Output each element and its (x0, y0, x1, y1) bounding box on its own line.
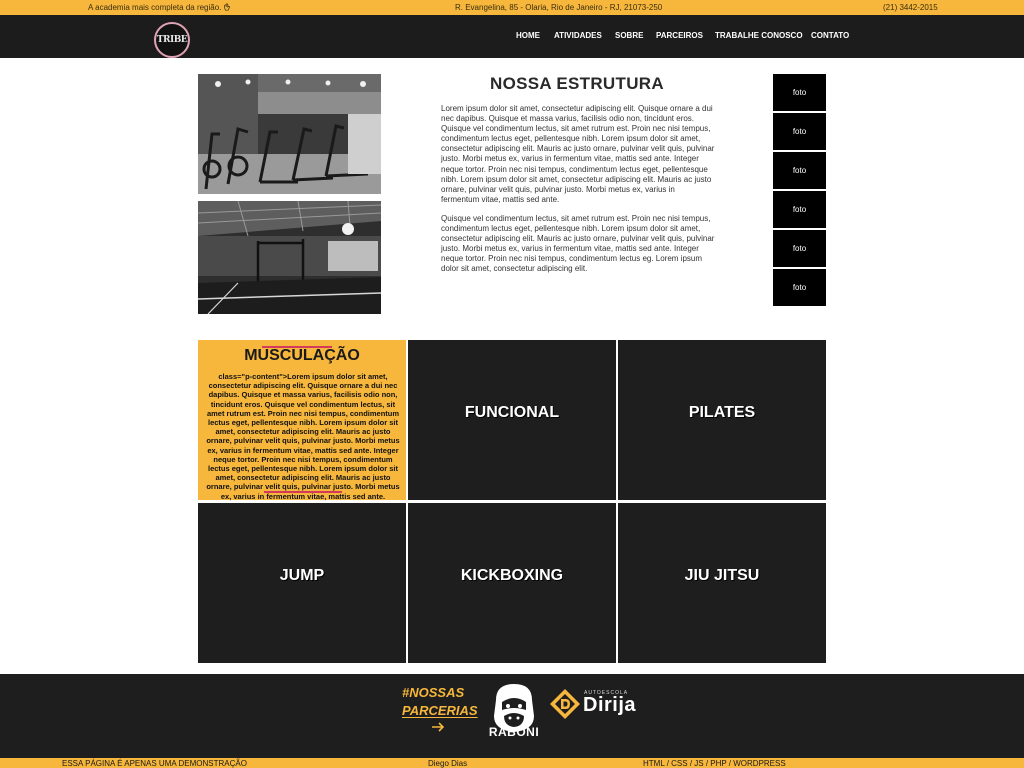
nav-atividades[interactable]: ATIVIDADES (554, 31, 602, 40)
activities-grid: MUSCULAÇÃO class="p-content">Lorem ipsum… (198, 340, 826, 663)
activity-card-kickboxing[interactable]: KICKBOXING (408, 503, 616, 663)
activity-card-jump[interactable]: JUMP (198, 503, 406, 663)
activity-card-pilates[interactable]: PILATES (618, 340, 826, 500)
gym-photo-functional (198, 201, 381, 314)
activity-card-funcional[interactable]: FUNCIONAL (408, 340, 616, 500)
partner-dirija: Dirija (583, 694, 637, 716)
nav-home[interactable]: HOME (516, 31, 540, 40)
activity-label: JIU JITSU (684, 567, 760, 584)
nav-trabalhe-conosco[interactable]: TRABALHE CONOSCO (715, 31, 803, 40)
activity-title: MUSCULAÇÃO (244, 347, 360, 364)
phone[interactable]: (21) 3442-2015 (883, 3, 938, 12)
activity-description: class="p-content">Lorem ipsum dolor sit … (206, 372, 400, 501)
top-info-bar: A academia mais completa da região. R. E… (0, 0, 1024, 15)
partners-title: #NOSSAS PARCERIAS (402, 685, 478, 718)
foto-button[interactable]: foto (773, 152, 826, 189)
spellcheck-underline (264, 491, 342, 493)
activity-label: FUNCIONAL (464, 404, 560, 421)
estrutura-title: NOSSA ESTRUTURA (490, 74, 664, 93)
gym-photo-cardio (198, 74, 381, 194)
foto-button[interactable]: foto (773, 269, 826, 306)
hand-icon (224, 3, 231, 11)
activity-label: PILATES (688, 404, 756, 421)
nav-contato[interactable]: CONTATO (811, 31, 849, 40)
activity-card-musculacao[interactable]: MUSCULAÇÃO class="p-content">Lorem ipsum… (198, 340, 406, 501)
estrutura-paragraph-1: Lorem ipsum dolor sit amet, consectetur … (441, 104, 715, 204)
partners-section: #NOSSAS PARCERIAS RABONI AUTOESCOLA Diri… (0, 674, 1024, 758)
address: R. Evangelina, 85 - Olaria, Rio de Janei… (455, 3, 663, 12)
nav-sobre[interactable]: SOBRE (615, 31, 643, 40)
foto-button[interactable]: foto (773, 113, 826, 150)
nav-parceiros[interactable]: PARCEIROS (656, 31, 703, 40)
foto-button[interactable]: foto (773, 230, 826, 267)
spellcheck-underline (262, 346, 332, 348)
estrutura-paragraph-2: Quisque vel condimentum lectus, sit amet… (441, 214, 715, 274)
activity-label: KICKBOXING (460, 567, 564, 584)
foto-button[interactable]: foto (773, 191, 826, 228)
tech-stack: HTML / CSS / JS / PHP / WORDPRESS (643, 759, 786, 768)
demo-disclaimer: ESSA PÁGINA É APENAS UMA DEMONSTRAÇÃO (62, 759, 247, 768)
partner-raboni: RABONI (488, 725, 540, 739)
foto-gallery: foto foto foto foto foto foto (773, 74, 826, 308)
dirija-logo-icon[interactable] (549, 688, 581, 720)
site-header: TRIBE HOME ATIVIDADES SOBRE PARCEIROS TR… (0, 15, 1024, 58)
foto-button[interactable]: foto (773, 74, 826, 111)
activity-label: JUMP (279, 567, 325, 584)
bottom-strip: ESSA PÁGINA É APENAS UMA DEMONSTRAÇÃO Di… (0, 758, 1024, 768)
activity-card-jiu-jitsu[interactable]: JIU JITSU (618, 503, 826, 663)
author-name: Diego Dias (428, 759, 468, 768)
tribe-logo[interactable]: TRIBE (154, 22, 190, 58)
arrow-right-icon[interactable] (431, 722, 445, 732)
tagline: A academia mais completa da região. (88, 3, 231, 12)
